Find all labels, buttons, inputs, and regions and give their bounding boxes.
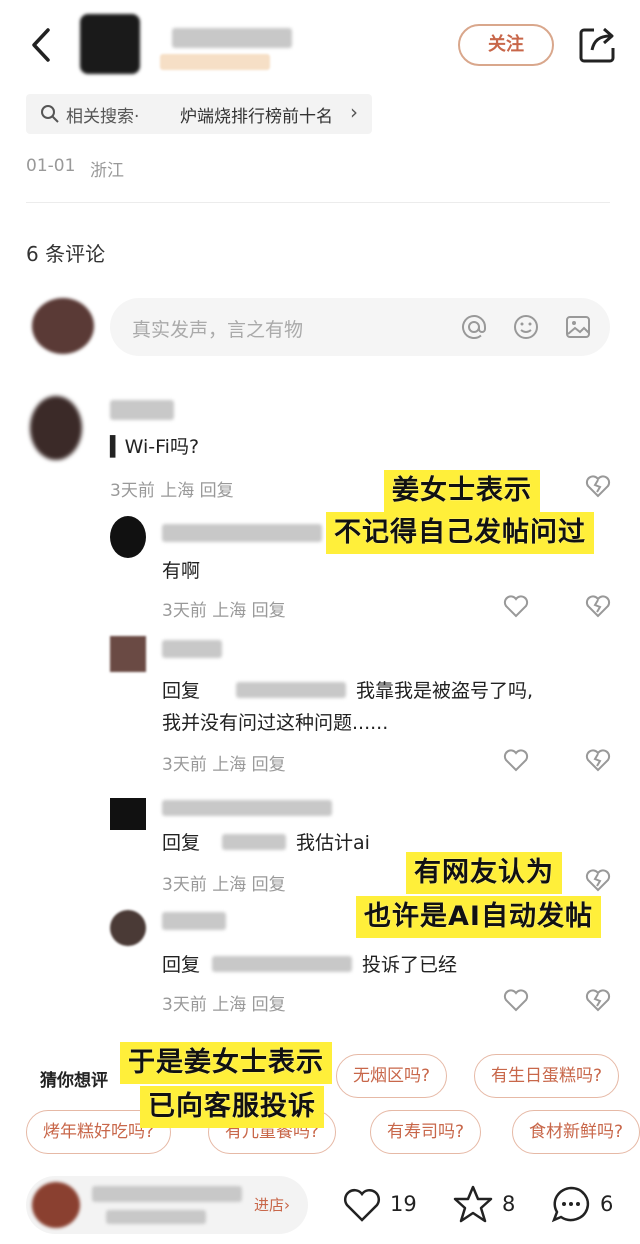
commenter-name xyxy=(162,912,226,930)
caption-overlay: 姜女士表示 xyxy=(384,470,540,512)
commenter-name xyxy=(162,800,332,816)
caption-overlay: 也许是AI自动发帖 xyxy=(356,896,601,938)
caption-overlay: 于是姜女士表示 xyxy=(120,1042,332,1084)
commenter-name xyxy=(162,524,322,542)
suggestion-chip[interactable]: 有生日蛋糕吗? xyxy=(474,1054,620,1098)
at-icon[interactable] xyxy=(460,313,488,341)
comment-text: ▍Wi-Fi吗? xyxy=(110,436,200,458)
avatar[interactable] xyxy=(110,636,146,672)
comment-icon[interactable] xyxy=(550,1184,592,1226)
related-search-chip[interactable]: 相关搜索· 炉端烧排行榜前十名 › xyxy=(26,94,372,134)
author-avatar[interactable] xyxy=(80,14,140,74)
avatar xyxy=(32,298,94,354)
reply-target-name xyxy=(212,956,352,972)
comments-count: 6 条评论 xyxy=(26,242,106,266)
reply-prefix: 回复 xyxy=(162,680,201,702)
chevron-right-icon: › xyxy=(350,100,358,124)
caption-overlay: 有网友认为 xyxy=(406,852,562,894)
store-name xyxy=(92,1186,242,1202)
like-count: 19 xyxy=(390,1192,417,1216)
suggestion-chip[interactable]: 食材新鲜吗? xyxy=(512,1110,640,1154)
suggestion-chip[interactable]: 无烟区吗? xyxy=(336,1054,448,1098)
reply-prefix: 回复 xyxy=(162,954,201,976)
comment-count: 6 xyxy=(600,1192,614,1216)
like-icon[interactable] xyxy=(342,1186,382,1224)
caption-overlay: 已向客服投诉 xyxy=(140,1086,324,1128)
follow-button[interactable]: 关注 xyxy=(458,24,554,66)
comment-text: 我靠我是被盗号了吗, xyxy=(356,680,534,702)
dislike-icon[interactable] xyxy=(584,866,612,894)
comment-text: 有啊 xyxy=(162,560,201,582)
search-icon xyxy=(41,105,59,123)
guess-label: 猜你想评 xyxy=(40,1071,108,1091)
comment-meta[interactable]: 3天前 上海 回复 xyxy=(110,476,234,501)
share-icon[interactable] xyxy=(578,24,616,64)
dislike-icon[interactable] xyxy=(584,986,612,1014)
reply-target-name xyxy=(222,834,286,850)
avatar[interactable] xyxy=(110,910,146,946)
comment-text: 我估计ai xyxy=(296,832,370,854)
emoji-icon[interactable] xyxy=(512,313,540,341)
post-date: 01-01 xyxy=(26,156,76,176)
store-entry[interactable]: 进店› xyxy=(26,1176,308,1234)
chevron-left-icon[interactable] xyxy=(28,26,54,64)
comment-meta[interactable]: 3天前 上海 回复 xyxy=(162,750,286,775)
divider xyxy=(26,202,610,203)
comment-meta[interactable]: 3天前 上海 回复 xyxy=(162,596,286,621)
comment-meta[interactable]: 3天前 上海 回复 xyxy=(162,870,286,895)
reply-prefix: 回复 xyxy=(162,832,201,854)
avatar[interactable] xyxy=(30,396,82,460)
store-avatar xyxy=(32,1182,80,1228)
image-icon[interactable] xyxy=(564,313,592,341)
dislike-icon[interactable] xyxy=(584,746,612,774)
reply-target-name xyxy=(236,682,346,698)
comment-meta[interactable]: 3天前 上海 回复 xyxy=(162,990,286,1015)
dislike-icon[interactable] xyxy=(584,592,612,620)
store-link-label: 进店› xyxy=(254,1196,291,1214)
author-subtitle xyxy=(160,54,270,70)
comment-text: 投诉了已经 xyxy=(362,954,458,976)
like-icon[interactable] xyxy=(502,986,530,1014)
avatar[interactable] xyxy=(110,798,146,830)
author-name xyxy=(172,28,292,48)
comment-input-placeholder: 真实发声，言之有物 xyxy=(132,319,304,341)
suggestion-chip[interactable]: 有寿司吗? xyxy=(370,1110,482,1154)
comment-input[interactable]: 真实发声，言之有物 xyxy=(110,298,610,356)
avatar[interactable] xyxy=(110,516,146,558)
related-search-query: 炉端烧排行榜前十名 xyxy=(180,107,333,127)
like-icon[interactable] xyxy=(502,746,530,774)
commenter-name xyxy=(110,400,174,420)
like-icon[interactable] xyxy=(502,592,530,620)
commenter-name xyxy=(162,640,222,658)
caption-overlay: 不记得自己发帖问过 xyxy=(326,512,594,554)
star-count: 8 xyxy=(502,1192,516,1216)
post-location: 浙江 xyxy=(90,161,124,181)
comment-text-line2: 我并没有问过这种问题...... xyxy=(162,712,389,734)
star-icon[interactable] xyxy=(452,1184,494,1224)
related-search-prefix: 相关搜索· xyxy=(66,107,140,127)
dislike-icon[interactable] xyxy=(584,472,612,500)
store-subtitle xyxy=(106,1210,206,1224)
